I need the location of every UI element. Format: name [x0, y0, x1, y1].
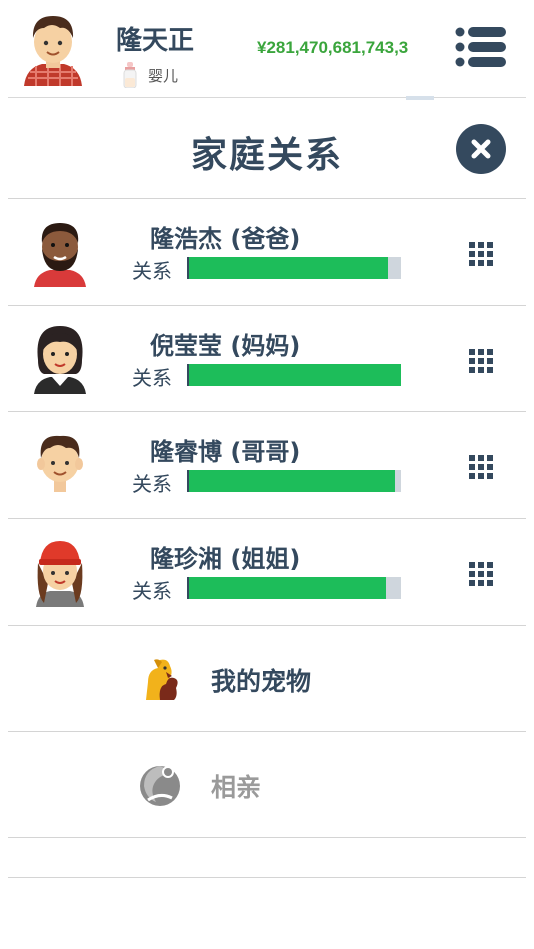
member-row-brother[interactable]: 隆睿博 (哥哥) 关系 [8, 412, 526, 518]
divider [8, 837, 526, 838]
father-avatar [34, 223, 86, 287]
player-name: 隆天正 [116, 26, 195, 56]
relation-label: 关系 [132, 259, 172, 283]
options-grid-icon[interactable] [466, 239, 496, 269]
close-button[interactable] [456, 124, 506, 174]
relation-bar-fill [189, 577, 387, 599]
pet-dog-icon [146, 659, 178, 700]
dating-couple-icon [140, 766, 180, 806]
member-row-mother[interactable]: 倪莹莹 (妈妈) 关系 [8, 306, 526, 412]
relation-label: 关系 [132, 366, 172, 390]
close-icon [471, 139, 491, 159]
top-header: 隆天正 婴儿 ¥281,470,681,743,3 [0, 0, 534, 98]
player-avatar[interactable] [22, 10, 84, 86]
pets-label: 我的宠物 [211, 667, 312, 696]
pets-button[interactable]: 我的宠物 [8, 626, 526, 732]
relation-bar [187, 470, 401, 492]
relation-bar [187, 257, 401, 279]
dating-button[interactable]: 相亲 [8, 732, 526, 838]
dating-label: 相亲 [211, 773, 262, 802]
title-bar: 家庭关系 [0, 98, 534, 198]
relation-label: 关系 [132, 579, 172, 603]
sister-avatar [36, 541, 84, 607]
member-row-sister[interactable]: 隆珍湘 (姐姐) 关系 [8, 519, 526, 625]
brother-avatar [37, 435, 83, 492]
member-name: 隆睿博 (哥哥) [150, 438, 301, 466]
page-title: 家庭关系 [190, 135, 343, 176]
divider [8, 877, 526, 878]
stage-label: 婴儿 [148, 66, 179, 85]
relation-bar [187, 577, 401, 599]
options-grid-icon[interactable] [466, 559, 496, 589]
menu-icon[interactable] [452, 24, 508, 70]
member-name: 倪莹莹 (妈妈) [150, 332, 301, 360]
relation-bar-fill [189, 470, 395, 492]
relation-bar [187, 364, 401, 386]
options-grid-icon[interactable] [466, 452, 496, 482]
options-grid-icon[interactable] [466, 346, 496, 376]
baby-bottle-icon [123, 62, 137, 88]
relation-bar-fill [189, 364, 401, 386]
member-name: 隆珍湘 (姐姐) [150, 545, 301, 573]
mother-avatar [34, 326, 86, 394]
money-balance: ¥281,470,681,743,3 [257, 38, 409, 57]
relation-label: 关系 [132, 472, 172, 496]
relation-bar-fill [189, 257, 389, 279]
player-stage: 婴儿 [122, 62, 178, 88]
member-row-father[interactable]: 隆浩杰 (爸爸) 关系 [8, 199, 526, 305]
member-name: 隆浩杰 (爸爸) [150, 225, 301, 253]
